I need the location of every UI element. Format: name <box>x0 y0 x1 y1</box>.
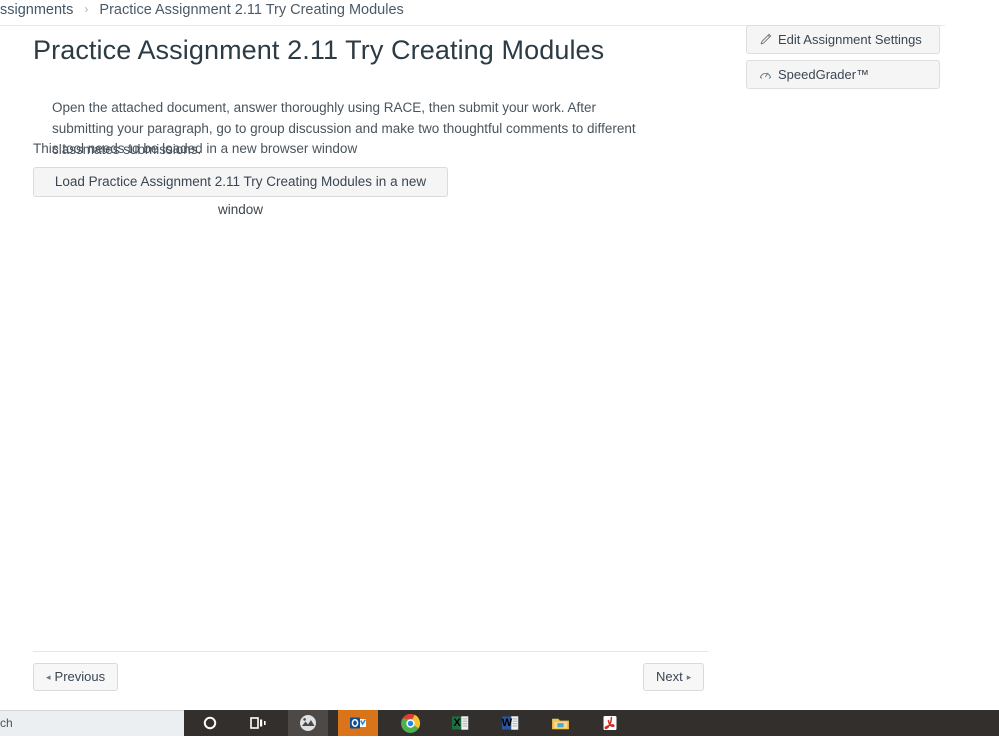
speedgrader-label: SpeedGrader™ <box>778 67 870 82</box>
previous-button-label: Previous <box>54 669 106 684</box>
breadcrumb-parent-link[interactable]: ssignments <box>0 2 73 18</box>
taskbar-photos-app-icon[interactable] <box>288 710 328 736</box>
taskbar-outlook-icon[interactable] <box>338 710 378 736</box>
previous-button[interactable]: ◂ Previous <box>33 663 119 691</box>
assignment-sidebar: Edit Assignment Settings SpeedGrader™ <box>746 25 941 95</box>
windows-taskbar: ch X W <box>0 710 999 736</box>
taskbar-chrome-icon[interactable] <box>390 710 430 736</box>
outlook-icon <box>348 713 368 733</box>
edit-assignment-settings-button[interactable]: Edit Assignment Settings <box>746 25 940 54</box>
breadcrumb-current: Practice Assignment 2.11 Try Creating Mo… <box>99 2 404 18</box>
pencil-icon <box>759 28 772 55</box>
next-arrow-icon: ▸ <box>686 672 692 682</box>
breadcrumb: ssignments › Practice Assignment 2.11 Tr… <box>0 0 404 25</box>
taskbar-word-icon[interactable]: W <box>490 710 530 736</box>
taskbar-cortana-search-icon[interactable] <box>190 710 230 736</box>
word-letter: W <box>502 717 513 729</box>
taskbar-search-box[interactable]: ch <box>0 710 184 736</box>
footer-divider <box>33 651 708 652</box>
taskbar-task-view-icon[interactable] <box>238 710 278 736</box>
file-explorer-icon <box>550 713 570 733</box>
word-icon: W <box>500 713 520 733</box>
taskbar-adobe-acrobat-icon[interactable] <box>590 710 630 736</box>
breadcrumb-separator: › <box>84 2 89 16</box>
speedgrader-button[interactable]: SpeedGrader™ <box>746 60 940 89</box>
excel-icon: X <box>450 713 470 733</box>
taskbar-search-text: ch <box>0 716 13 730</box>
edit-assignment-settings-label: Edit Assignment Settings <box>778 32 922 47</box>
page-title: Practice Assignment 2.11 Try Creating Mo… <box>33 35 605 65</box>
excel-letter: X <box>453 717 461 729</box>
tool-load-notice: This tool needs to be loaded in a new br… <box>33 141 358 156</box>
chrome-icon <box>400 713 421 733</box>
taskbar-file-explorer-icon[interactable] <box>540 710 580 736</box>
cortana-search-icon <box>200 713 220 733</box>
next-button[interactable]: Next ▸ <box>643 663 705 691</box>
photos-app-icon <box>298 713 318 733</box>
speedgrader-gauge-icon <box>759 63 772 90</box>
previous-arrow-icon: ◂ <box>46 672 51 682</box>
task-view-icon <box>248 713 268 733</box>
next-button-label: Next <box>656 669 683 684</box>
taskbar-excel-icon[interactable]: X <box>440 710 480 736</box>
assignment-content: Practice Assignment 2.11 Try Creating Mo… <box>0 25 735 710</box>
load-tool-in-new-window-button[interactable]: Load Practice Assignment 2.11 Try Creati… <box>33 167 448 217</box>
adobe-acrobat-icon <box>600 713 620 733</box>
